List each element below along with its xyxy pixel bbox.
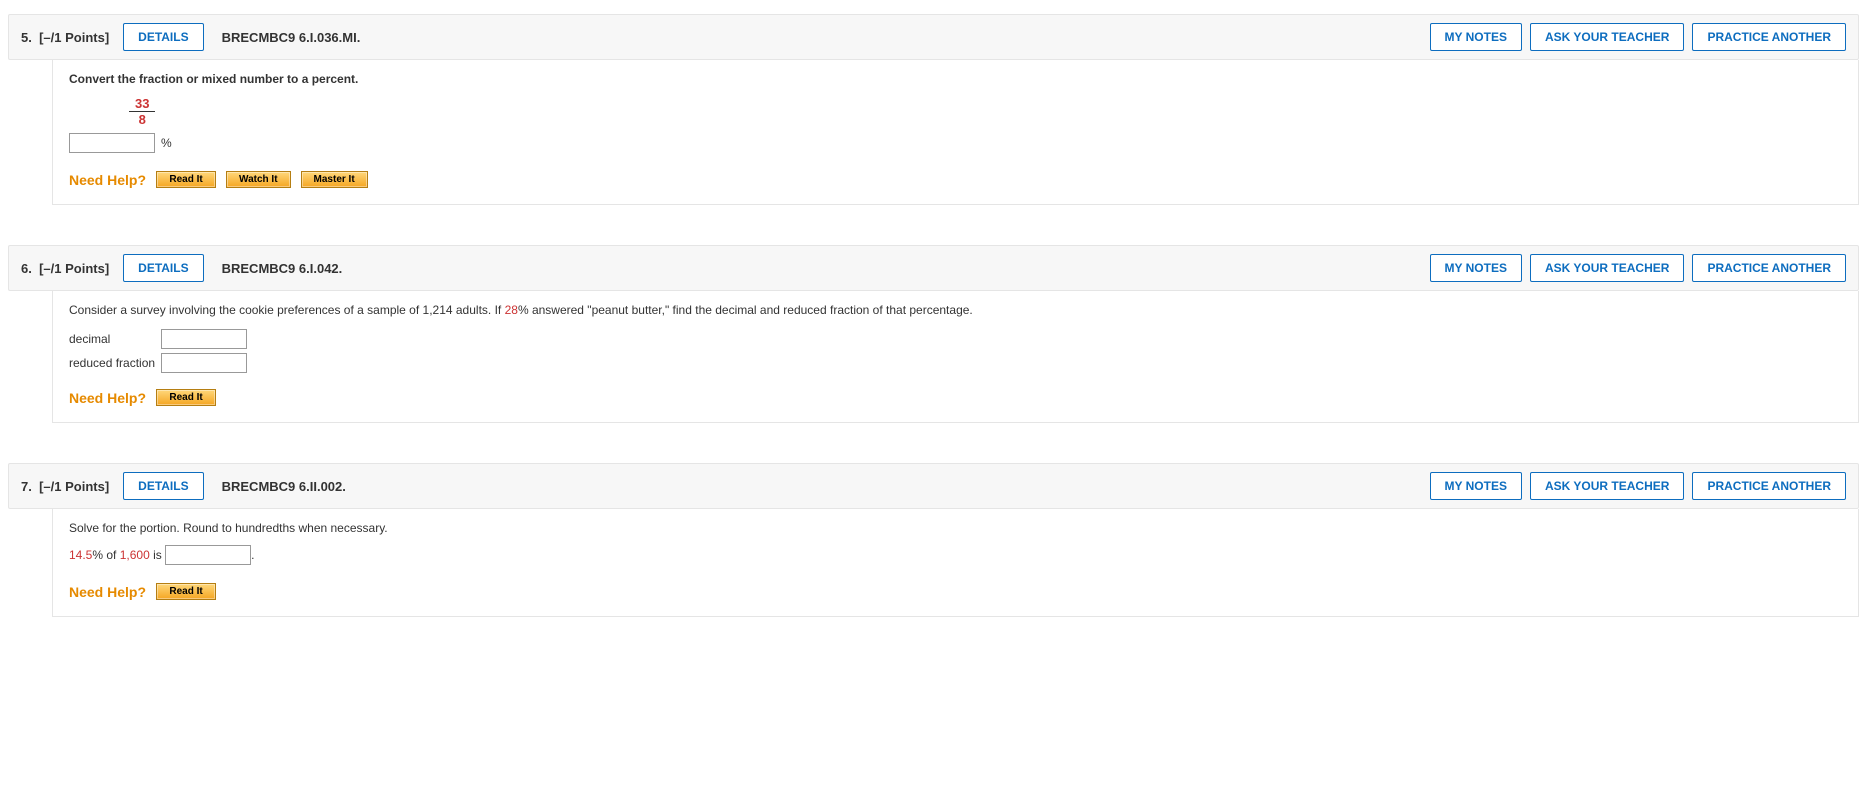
question-5: 5. [–/1 Points] DETAILS BRECMBC9 6.I.036… bbox=[8, 14, 1859, 205]
points-label: [–/1 Points] bbox=[39, 261, 109, 276]
practice-another-button[interactable]: PRACTICE ANOTHER bbox=[1692, 23, 1846, 51]
header-left: 5. [–/1 Points] DETAILS BRECMBC9 6.I.036… bbox=[21, 23, 1430, 51]
header-right: MY NOTES ASK YOUR TEACHER PRACTICE ANOTH… bbox=[1430, 254, 1847, 282]
q-number: 7. bbox=[21, 479, 32, 494]
fraction-display: 33 8 bbox=[129, 96, 1842, 127]
question-header: 7. [–/1 Points] DETAILS BRECMBC9 6.II.00… bbox=[8, 463, 1859, 509]
course-code: BRECMBC9 6.II.002. bbox=[222, 479, 346, 494]
portion-input[interactable] bbox=[165, 545, 251, 565]
header-right: MY NOTES ASK YOUR TEACHER PRACTICE ANOTH… bbox=[1430, 472, 1847, 500]
value-2: 1,600 bbox=[120, 548, 150, 562]
details-button[interactable]: DETAILS bbox=[123, 23, 203, 51]
question-6: 6. [–/1 Points] DETAILS BRECMBC9 6.I.042… bbox=[8, 245, 1859, 423]
ask-your-teacher-button[interactable]: ASK YOUR TEACHER bbox=[1530, 23, 1684, 51]
course-code: BRECMBC9 6.I.042. bbox=[222, 261, 343, 276]
fraction: 33 8 bbox=[129, 96, 155, 127]
master-it-button[interactable]: Master It bbox=[301, 171, 368, 188]
details-button[interactable]: DETAILS bbox=[123, 472, 203, 500]
prompt-text: Convert the fraction or mixed number to … bbox=[69, 72, 1842, 86]
points-label: [–/1 Points] bbox=[39, 30, 109, 45]
points-label: [–/1 Points] bbox=[39, 479, 109, 494]
course-code: BRECMBC9 6.I.036.MI. bbox=[222, 30, 361, 45]
value-1: 14.5 bbox=[69, 548, 92, 562]
fraction-denominator: 8 bbox=[129, 112, 155, 127]
question-body: Consider a survey involving the cookie p… bbox=[52, 291, 1859, 423]
answer-line: % bbox=[69, 133, 1842, 153]
need-help-row: Need Help? Read It Watch It Master It bbox=[69, 171, 1842, 188]
reduced-fraction-label: reduced fraction bbox=[69, 351, 161, 375]
table-row: reduced fraction bbox=[69, 351, 253, 375]
header-left: 6. [–/1 Points] DETAILS BRECMBC9 6.I.042… bbox=[21, 254, 1430, 282]
header-right: MY NOTES ASK YOUR TEACHER PRACTICE ANOTH… bbox=[1430, 23, 1847, 51]
read-it-button[interactable]: Read It bbox=[156, 389, 216, 406]
highlight-percent: 28 bbox=[505, 303, 518, 317]
header-left: 7. [–/1 Points] DETAILS BRECMBC9 6.II.00… bbox=[21, 472, 1430, 500]
need-help-row: Need Help? Read It bbox=[69, 389, 1842, 406]
answer-table: decimal reduced fraction bbox=[69, 327, 253, 375]
reduced-fraction-input[interactable] bbox=[161, 353, 247, 373]
prompt-text: Solve for the portion. Round to hundredt… bbox=[69, 521, 1842, 535]
fraction-numerator: 33 bbox=[129, 96, 155, 112]
table-row: decimal bbox=[69, 327, 253, 351]
ask-your-teacher-button[interactable]: ASK YOUR TEACHER bbox=[1530, 254, 1684, 282]
q-number: 5. bbox=[21, 30, 32, 45]
my-notes-button[interactable]: MY NOTES bbox=[1430, 23, 1522, 51]
need-help-label: Need Help? bbox=[69, 172, 146, 188]
my-notes-button[interactable]: MY NOTES bbox=[1430, 254, 1522, 282]
ask-your-teacher-button[interactable]: ASK YOUR TEACHER bbox=[1530, 472, 1684, 500]
question-header: 6. [–/1 Points] DETAILS BRECMBC9 6.I.042… bbox=[8, 245, 1859, 291]
question-7: 7. [–/1 Points] DETAILS BRECMBC9 6.II.00… bbox=[8, 463, 1859, 617]
question-body: Convert the fraction or mixed number to … bbox=[52, 60, 1859, 205]
need-help-label: Need Help? bbox=[69, 584, 146, 600]
read-it-button[interactable]: Read It bbox=[156, 583, 216, 600]
q-number: 6. bbox=[21, 261, 32, 276]
question-header: 5. [–/1 Points] DETAILS BRECMBC9 6.I.036… bbox=[8, 14, 1859, 60]
read-it-button[interactable]: Read It bbox=[156, 171, 216, 188]
watch-it-button[interactable]: Watch It bbox=[226, 171, 291, 188]
practice-another-button[interactable]: PRACTICE ANOTHER bbox=[1692, 472, 1846, 500]
practice-another-button[interactable]: PRACTICE ANOTHER bbox=[1692, 254, 1846, 282]
need-help-label: Need Help? bbox=[69, 390, 146, 406]
decimal-input[interactable] bbox=[161, 329, 247, 349]
percent-unit: % bbox=[161, 136, 172, 150]
prompt-text: Consider a survey involving the cookie p… bbox=[69, 303, 1842, 317]
percent-answer-input[interactable] bbox=[69, 133, 155, 153]
need-help-row: Need Help? Read It bbox=[69, 583, 1842, 600]
question-body: Solve for the portion. Round to hundredt… bbox=[52, 509, 1859, 617]
decimal-label: decimal bbox=[69, 327, 161, 351]
details-button[interactable]: DETAILS bbox=[123, 254, 203, 282]
solve-line: 14.5% of 1,600 is . bbox=[69, 545, 1842, 565]
my-notes-button[interactable]: MY NOTES bbox=[1430, 472, 1522, 500]
